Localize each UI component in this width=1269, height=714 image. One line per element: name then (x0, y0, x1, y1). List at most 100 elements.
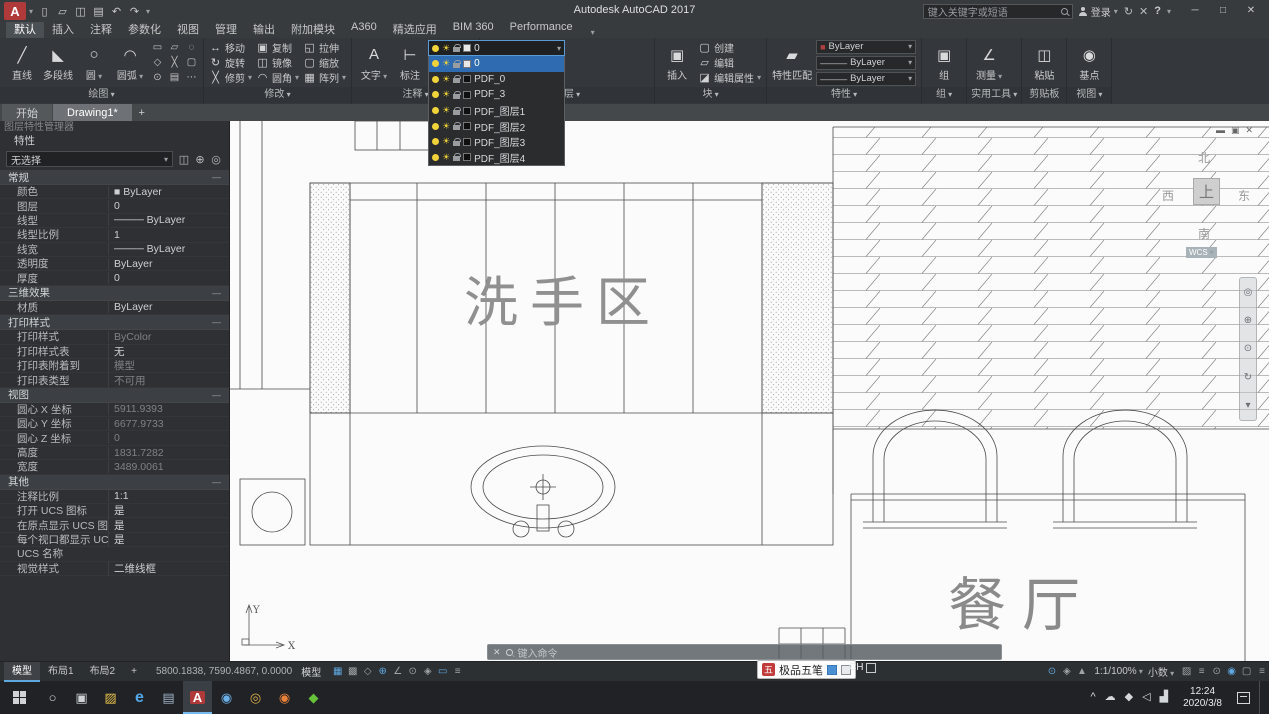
system-toggle-icon[interactable]: ▨ (1179, 666, 1194, 677)
panel-label-utilities[interactable]: 实用工具 (967, 87, 1021, 103)
draw-extra-icon[interactable]: ╳ (168, 57, 181, 68)
quick-access-icon[interactable]: ◫ (72, 5, 89, 18)
tray-icon[interactable]: ◆ (1125, 692, 1133, 703)
layer-on-icon[interactable] (432, 154, 439, 161)
compass-south[interactable]: 南 (1198, 225, 1210, 242)
tab-drawing1[interactable]: Drawing1* (53, 104, 132, 121)
layer-color-swatch[interactable] (463, 107, 471, 115)
nav-tool-icon[interactable]: ↻ (1244, 372, 1252, 383)
modify-tool-button[interactable]: ◠ 圆角 (256, 70, 299, 85)
layer-freeze-icon[interactable] (442, 105, 450, 116)
draw-tool-button[interactable]: ○ 圆 (77, 44, 111, 82)
annotation-toggle-icon[interactable]: ▲ (1074, 666, 1089, 677)
layer-lock-icon[interactable] (453, 110, 460, 115)
compass-east[interactable]: 东 (1238, 187, 1250, 204)
modify-tool-button[interactable]: ↻ 旋转 (209, 55, 252, 70)
status-toggle-icon[interactable]: ▭ (435, 666, 450, 677)
property-combo[interactable]: ——— ByLayer (816, 72, 916, 86)
draw-extra-icon[interactable]: ⋯ (185, 72, 198, 83)
panel-label-properties[interactable]: 特性 (767, 87, 921, 103)
ribbon-collapse-icon[interactable] (591, 26, 595, 38)
property-value[interactable]: ■ ByLayer (108, 186, 229, 198)
property-value[interactable]: 二维线框 (108, 561, 229, 576)
draw-extra-icon[interactable]: ▱ (168, 42, 181, 53)
layer-option[interactable]: PDF_图层2 (429, 118, 564, 134)
layer-color-swatch[interactable] (463, 122, 471, 130)
view-cube[interactable]: 北 西 东 南 上 (1160, 149, 1252, 249)
view-cube-top-face[interactable]: 上 (1193, 178, 1220, 205)
show-desktop-button[interactable] (1259, 681, 1263, 714)
tray-icon[interactable]: ▟ (1160, 692, 1168, 703)
panel-label-draw[interactable]: 绘图 (0, 87, 203, 103)
system-toggle-icon[interactable]: ◉ (1224, 666, 1239, 677)
panel-label-view[interactable]: 视图 (1067, 87, 1111, 103)
maximize-button[interactable] (1209, 1, 1237, 21)
taskbar-app-button[interactable]: A (183, 681, 212, 714)
ime-language-indicator[interactable]: CH (849, 662, 876, 673)
palette-tool-icon[interactable]: ⊕ (193, 153, 207, 166)
ime-keyboard-icon[interactable] (827, 665, 837, 675)
modify-tool-button[interactable]: ↔ 移动 (209, 40, 252, 55)
drawing-close-icon[interactable]: ✕ (1246, 125, 1254, 136)
group-button[interactable]: ▣ 组 (927, 44, 961, 82)
block-small-button[interactable]: ▱ 编辑 (698, 55, 761, 70)
draw-extra-icon[interactable]: ◌ (185, 42, 198, 53)
taskbar-app-button[interactable]: ◉ (270, 681, 299, 714)
model-space-toggle[interactable]: 模型 (297, 664, 325, 679)
layer-freeze-icon[interactable] (442, 152, 450, 163)
taskbar-app-button[interactable]: e (125, 681, 154, 714)
help-search-box[interactable]: 键入关键字或短语 (923, 4, 1073, 19)
nav-tool-icon[interactable]: ⊕ (1244, 315, 1252, 326)
layer-lock-icon[interactable] (453, 63, 460, 68)
quick-access-chevron-icon[interactable] (146, 5, 150, 17)
property-value[interactable]: 1:1 (108, 490, 229, 502)
status-toggle-icon[interactable]: ◇ (360, 666, 375, 677)
palette-tool-icon[interactable]: ◎ (209, 153, 223, 166)
layer-lock-icon[interactable] (453, 78, 460, 83)
measure-button[interactable]: ∠ 测量 (972, 44, 1006, 82)
section-header[interactable]: 其他 (0, 474, 29, 489)
base-point-button[interactable]: ◉ 基点 (1072, 44, 1106, 82)
close-button[interactable] (1237, 1, 1265, 21)
draw-extra-icon[interactable]: ▢ (185, 57, 198, 68)
property-value[interactable]: ──── ByLayer (108, 243, 229, 255)
layer-lock-icon[interactable] (453, 125, 460, 130)
layer-freeze-icon[interactable] (442, 74, 450, 85)
property-value[interactable]: 1831.7282 (108, 447, 229, 459)
section-header[interactable]: 视图 (0, 387, 29, 402)
compass-west[interactable]: 西 (1162, 187, 1174, 204)
a360-sync-icon[interactable]: ↻ (1124, 5, 1133, 18)
property-value[interactable]: 是 (108, 518, 229, 533)
layer-color-swatch[interactable] (463, 75, 471, 83)
property-value[interactable]: ByColor (108, 331, 229, 343)
tab-start[interactable]: 开始 (2, 104, 52, 121)
insert-block-button[interactable]: ▣ 插入 (660, 44, 694, 82)
annotation-toggle-icon[interactable]: ◈ (1059, 666, 1074, 677)
taskbar-app-button[interactable]: ◆ (299, 681, 328, 714)
layer-on-icon[interactable] (432, 107, 439, 114)
help-icon[interactable] (1154, 5, 1161, 17)
taskbar-app-button[interactable]: ▨ (96, 681, 125, 714)
autocad-app-icon[interactable]: A (4, 2, 26, 20)
app-menu-chevron-icon[interactable] (29, 5, 33, 17)
layer-lock-icon[interactable] (453, 141, 460, 146)
layer-freeze-icon[interactable] (442, 136, 450, 147)
draw-extra-icon[interactable]: ▭ (151, 42, 164, 53)
property-value[interactable]: 0 (108, 200, 229, 212)
panel-label-modify[interactable]: 修改 (204, 87, 351, 103)
layout-tab[interactable]: + (123, 662, 145, 682)
property-value[interactable]: ──── ByLayer (108, 214, 229, 226)
section-header[interactable]: 三维效果 (0, 285, 50, 300)
ime-toolbar[interactable]: 五 极品五笔 (757, 660, 856, 679)
status-toggle-icon[interactable]: ◈ (420, 666, 435, 677)
layer-option[interactable]: PDF_3 (429, 87, 564, 103)
taskbar-clock[interactable]: 12:24 2020/3/8 (1177, 686, 1228, 710)
quick-access-icon[interactable]: ↷ (126, 5, 143, 18)
units-button[interactable]: 小数 (1148, 664, 1174, 679)
taskbar-app-button[interactable]: ◎ (241, 681, 270, 714)
taskbar-app-button[interactable]: ○ (38, 681, 67, 714)
layer-on-icon[interactable] (432, 123, 439, 130)
drawing-minimize-icon[interactable]: ▬ (1216, 125, 1225, 136)
draw-tool-button[interactable]: ╱ 直线 (5, 44, 39, 82)
layer-lock-icon[interactable] (453, 94, 460, 99)
